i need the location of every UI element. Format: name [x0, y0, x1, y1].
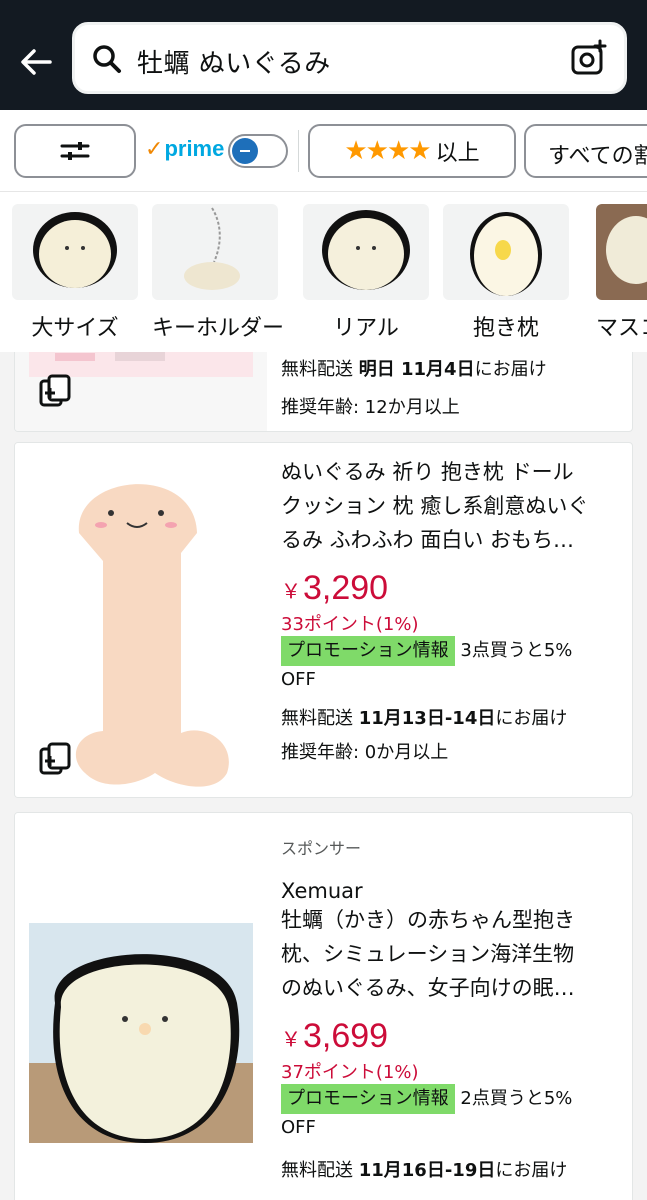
- currency-symbol: ￥: [281, 581, 301, 603]
- promotion-badge: プロモーション情報: [281, 636, 455, 666]
- category-item-pillow[interactable]: 抱き枕: [443, 204, 569, 342]
- points-info: 33ポイント(1%): [281, 614, 419, 635]
- promotion-text: 3点買うと5%: [460, 640, 573, 661]
- currency-symbol: ￥: [281, 1029, 301, 1051]
- category-image: [303, 204, 429, 300]
- category-item-large[interactable]: 大サイズ: [12, 204, 138, 342]
- price-value: 3,290: [303, 569, 389, 607]
- category-label: 抱き枕: [472, 316, 539, 341]
- product-title[interactable]: 牡蠣（かき）の赤ちゃん型抱き 枕、シミュレーション海洋生物 のぬいぐるみ、女子向…: [281, 903, 624, 1005]
- prime-filter-label[interactable]: ✓ prime: [145, 136, 224, 162]
- category-label: 大サイズ: [31, 316, 119, 341]
- prime-check-icon: ✓: [145, 136, 164, 162]
- product-card[interactable]: スポンサー Xemuar 牡蠣（かき）の赤ちゃん型抱き 枕、シミュレーション海洋…: [14, 812, 633, 1200]
- filter-bar: ✓ prime ★★★★ 以上 すべての割: [0, 110, 647, 192]
- rating-filter-chip[interactable]: ★★★★ 以上: [308, 124, 516, 178]
- product-list: 無料配送 明日 11月4日にお届け 推奨年齢: 12か月以上 ぬいぐるみ 祈り …: [0, 352, 647, 1200]
- promotion-badge: プロモーション情報: [281, 1084, 455, 1114]
- search-bar[interactable]: 牡蠣 ぬいぐるみ: [72, 22, 627, 94]
- all-filter-chip[interactable]: すべての割: [524, 124, 647, 178]
- search-input[interactable]: 牡蠣 ぬいぐるみ: [137, 43, 331, 80]
- filter-settings-button[interactable]: [14, 124, 136, 178]
- back-arrow-icon[interactable]: [16, 42, 56, 82]
- delivery-date: 11月16日-19日: [358, 1160, 496, 1181]
- product-title-line: 牡蠣（かき）の赤ちゃん型抱き: [281, 908, 575, 932]
- product-price: ￥3,290: [281, 569, 624, 608]
- category-image: [596, 204, 647, 300]
- brand-name: Xemuar: [281, 879, 363, 903]
- category-label: キーホルダー: [152, 316, 285, 341]
- delivery-prefix: 無料配送: [281, 1160, 353, 1181]
- points-info: 37ポイント(1%): [281, 1062, 419, 1083]
- search-icon[interactable]: [91, 43, 123, 75]
- product-title-line: るみ ふわふわ 面白い おもち…: [281, 528, 575, 552]
- prime-toggle[interactable]: [228, 134, 288, 168]
- category-item-keyholder[interactable]: キーホルダー: [152, 204, 285, 342]
- camera-search-icon[interactable]: [570, 39, 608, 77]
- star-rating-icon: ★★★★: [344, 136, 431, 166]
- compare-icon[interactable]: [37, 741, 73, 777]
- delivery-prefix: 無料配送: [281, 359, 353, 380]
- delivery-date: 11月13日-14日: [358, 708, 496, 729]
- top-header: 牡蠣 ぬいぐるみ: [0, 0, 647, 110]
- delivery-prefix: 無料配送: [281, 708, 353, 729]
- delivery-suffix: にお届け: [495, 708, 568, 729]
- promotion-row: プロモーション情報 2点買うと5% OFF: [281, 1084, 624, 1142]
- promotion-row: プロモーション情報 3点買うと5% OFF: [281, 636, 624, 694]
- product-image[interactable]: [15, 813, 267, 1200]
- category-label: リアル: [333, 316, 399, 341]
- rating-label: 以上: [435, 141, 480, 166]
- recommended-age: 推奨年齢: 12か月以上: [281, 397, 460, 418]
- divider: [298, 130, 299, 172]
- price-value: 3,699: [303, 1017, 389, 1055]
- product-card[interactable]: 無料配送 明日 11月4日にお届け 推奨年齢: 12か月以上: [14, 352, 633, 432]
- category-label: マスコ: [596, 316, 647, 341]
- product-title-line: クッション 枕 癒し系創意ぬいぐ: [281, 494, 589, 518]
- toggle-knob: [232, 138, 258, 164]
- delivery-info: 無料配送 11月16日-19日にお届け: [281, 1156, 624, 1182]
- delivery-info: 無料配送 11月13日-14日にお届け: [281, 704, 624, 730]
- promotion-text-cont: OFF: [281, 669, 316, 690]
- product-card[interactable]: ぬいぐるみ 祈り 抱き枕 ドール クッション 枕 癒し系創意ぬいぐ るみ ふわふ…: [14, 442, 633, 798]
- prime-label: prime: [164, 136, 225, 161]
- promotion-text-cont: OFF: [281, 1117, 316, 1138]
- sliders-icon: [60, 142, 90, 160]
- product-price: ￥3,699: [281, 1017, 624, 1056]
- delivery-date: 明日 11月4日: [358, 359, 475, 380]
- recommended-age: 推奨年齢: 0か月以上: [281, 742, 449, 763]
- category-item-real[interactable]: リアル: [303, 204, 429, 342]
- delivery-info: 無料配送 明日 11月4日にお届け: [281, 355, 624, 381]
- category-carousel: 大サイズ キーホルダー リアル 抱き枕 マス: [0, 192, 647, 352]
- promotion-text: 2点買うと5%: [460, 1088, 573, 1109]
- sponsored-label[interactable]: スポンサー: [281, 835, 624, 859]
- compare-icon[interactable]: [37, 373, 73, 409]
- category-image: [152, 204, 278, 300]
- product-title[interactable]: ぬいぐるみ 祈り 抱き枕 ドール クッション 枕 癒し系創意ぬいぐ るみ ふわふ…: [281, 455, 624, 557]
- category-image: [12, 204, 138, 300]
- category-item-mascot[interactable]: マスコ: [596, 204, 647, 342]
- delivery-suffix: にお届け: [474, 359, 547, 380]
- product-title-line: ぬいぐるみ 祈り 抱き枕 ドール: [281, 460, 574, 484]
- category-image: [443, 204, 569, 300]
- delivery-suffix: にお届け: [495, 1160, 568, 1181]
- product-title-line: のぬいぐるみ、女子向けの眠…: [281, 976, 575, 1000]
- product-title-line: 枕、シミュレーション海洋生物: [281, 942, 575, 966]
